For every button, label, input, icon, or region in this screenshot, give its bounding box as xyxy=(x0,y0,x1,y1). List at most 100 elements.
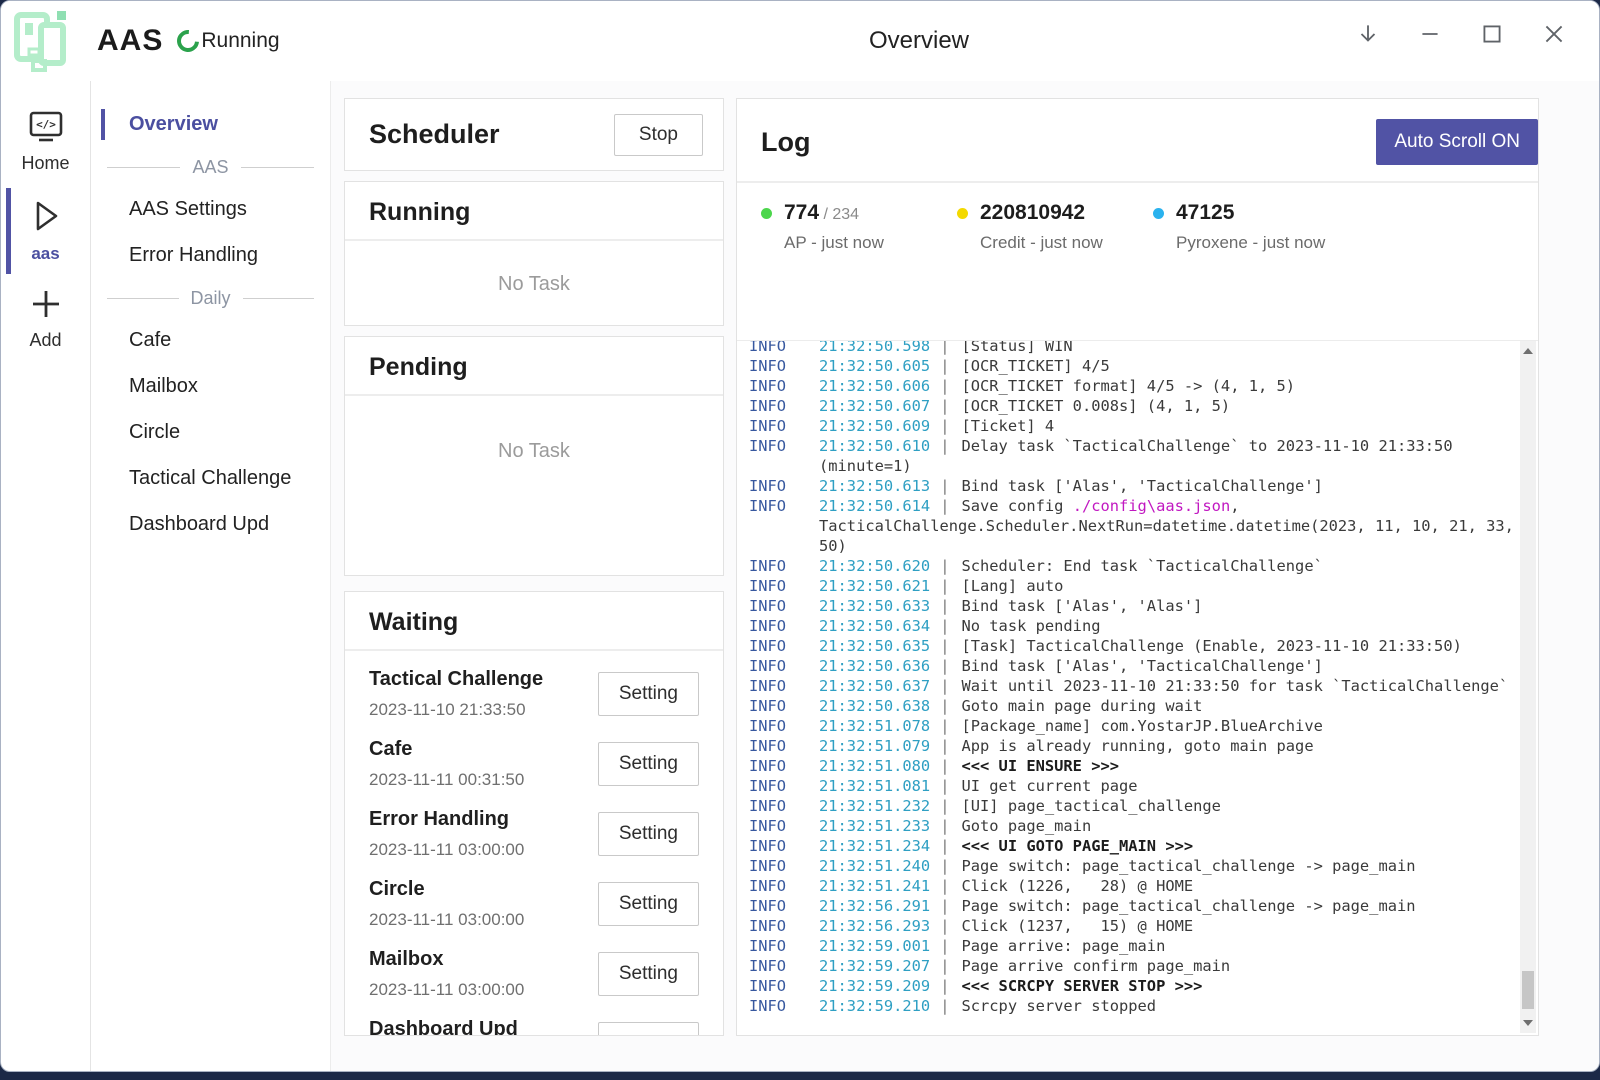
rail-item-home[interactable]: </> Home xyxy=(1,99,90,186)
maximize-icon[interactable] xyxy=(1475,17,1509,51)
log-line: INFO21:32:50.621|[Lang] auto xyxy=(749,576,1538,596)
scroll-up-arrow-icon[interactable] xyxy=(1520,343,1536,359)
setting-button[interactable]: Setting xyxy=(598,672,699,716)
log-level: INFO xyxy=(749,756,819,776)
dashboard-stats: 774 / 234AP - just now220810942Credit - … xyxy=(737,183,1538,340)
log-line: INFO21:32:51.081|UI get current page xyxy=(749,776,1538,796)
setting-button[interactable]: Setting xyxy=(598,882,699,926)
sidebar-section-divider: AAS xyxy=(91,149,330,186)
log-content: 21:32:59.207|Page arrive confirm page_ma… xyxy=(819,956,1514,976)
log-terminal: INFO21:32:50.598|[Status] WININFO21:32:5… xyxy=(737,340,1538,1035)
sidebar: OverviewAASAAS SettingsError HandlingDai… xyxy=(91,81,331,1071)
log-level: INFO xyxy=(749,576,819,596)
sidebar-section-label: AAS xyxy=(192,157,228,178)
task-info: Mailbox2023-11-11 03:00:00 xyxy=(369,948,524,1000)
setting-button[interactable]: Setting xyxy=(598,812,699,856)
log-level: INFO xyxy=(749,716,819,736)
log-line: INFO21:32:50.638|Goto main page during w… xyxy=(749,696,1538,716)
stat-value: 774 / 234 xyxy=(784,201,884,225)
log-line: INFO21:32:50.613|Bind task ['Alas', 'Tac… xyxy=(749,476,1538,496)
sidebar-item-circle[interactable]: Circle xyxy=(91,411,330,454)
log-content: 21:32:51.078|[Package_name] com.YostarJP… xyxy=(819,716,1514,736)
task-info: Tactical Challenge2023-11-10 21:33:50 xyxy=(369,668,543,720)
log-line: INFO21:32:50.635|[Task] TacticalChalleng… xyxy=(749,636,1538,656)
log-level: INFO xyxy=(749,636,819,656)
log-timestamp: 21:32:59.209 xyxy=(819,977,930,995)
log-content: 21:32:59.210|Scrcpy server stopped xyxy=(819,996,1514,1016)
log-timestamp: 21:32:51.233 xyxy=(819,817,930,835)
task-name: Cafe xyxy=(369,738,524,761)
log-line: INFO21:32:50.609|[Ticket] 4 xyxy=(749,416,1538,436)
task-info: Circle2023-11-11 03:00:00 xyxy=(369,878,524,930)
log-separator: | xyxy=(940,977,949,995)
running-title: Running xyxy=(345,198,723,227)
task-row: Error Handling2023-11-11 03:00:00Setting xyxy=(369,799,699,869)
log-separator: | xyxy=(940,497,949,515)
log-content: 21:32:50.606|[OCR_TICKET format] 4/5 -> … xyxy=(819,376,1514,396)
log-separator: | xyxy=(940,817,949,835)
divider xyxy=(345,394,723,396)
task-row: Circle2023-11-11 03:00:00 Setting xyxy=(369,869,699,939)
minimize-icon[interactable] xyxy=(1413,17,1447,51)
log-message-segment: Save config xyxy=(961,497,1072,515)
task-name: Dashboard Upd xyxy=(369,1018,524,1036)
log-timestamp: 21:32:50.636 xyxy=(819,657,930,675)
log-content: 21:32:56.293|Click (1237, 15) @ HOME xyxy=(819,916,1514,936)
sidebar-item-aas-settings[interactable]: AAS Settings xyxy=(91,188,330,231)
setting-button[interactable]: Setting xyxy=(598,1022,699,1036)
log-message-segment: Bind task ['Alas', 'TacticalChallenge'] xyxy=(961,657,1322,675)
log-header: Log Auto Scroll ON xyxy=(737,99,1538,181)
log-timestamp: 21:32:51.234 xyxy=(819,837,930,855)
log-content: 21:32:59.209|<<< SCRCPY SERVER STOP >>> xyxy=(819,976,1514,996)
stat-texts: 774 / 234AP - just now xyxy=(784,201,884,340)
plus-icon xyxy=(25,286,67,322)
log-timestamp: 21:32:50.614 xyxy=(819,497,930,515)
log-lines: INFO21:32:50.598|[Status] WININFO21:32:5… xyxy=(737,340,1538,1016)
scrollbar-thumb[interactable] xyxy=(1522,971,1534,1009)
log-timestamp: 21:32:56.291 xyxy=(819,897,930,915)
log-content: 21:32:50.638|Goto main page during wait xyxy=(819,696,1514,716)
download-update-icon[interactable] xyxy=(1351,17,1385,51)
running-empty-text: No Task xyxy=(345,273,723,296)
task-next-run: 2023-11-11 03:00:00 xyxy=(369,980,524,1000)
log-message-segment: [Package_name] com.YostarJP.BlueArchive xyxy=(961,717,1322,735)
rail-item-add[interactable]: Add xyxy=(1,276,90,363)
log-line: INFO21:32:59.207|Page arrive confirm pag… xyxy=(749,956,1538,976)
content: </> Home aas Add Overview AAS AAS Settings… xyxy=(1,81,1599,1071)
log-content: 21:32:50.614|Save config ./config\aas.js… xyxy=(819,496,1514,556)
task-row: Mailbox2023-11-11 03:00:00 Setting xyxy=(369,939,699,1009)
sidebar-item-tactical-challenge[interactable]: Tactical Challenge xyxy=(91,457,330,500)
log-line: INFO21:32:56.291|Page switch: page_tacti… xyxy=(749,896,1538,916)
log-separator: | xyxy=(940,757,949,775)
log-timestamp: 21:32:51.232 xyxy=(819,797,930,815)
task-row: Cafe2023-11-11 00:31:50Setting xyxy=(369,729,699,799)
log-level: INFO xyxy=(749,696,819,716)
sidebar-item-error-handling[interactable]: Error Handling xyxy=(91,234,330,277)
log-content: 21:32:51.241|Click (1226, 28) @ HOME xyxy=(819,876,1514,896)
sidebar-item-mailbox[interactable]: Mailbox xyxy=(91,365,330,408)
divider-line xyxy=(107,167,180,168)
log-content: 21:32:50.634|No task pending xyxy=(819,616,1514,636)
stat-texts: 47125 Pyroxene - just now xyxy=(1176,201,1325,340)
setting-button[interactable]: Setting xyxy=(598,742,699,786)
log-content: 21:32:51.233|Goto page_main xyxy=(819,816,1514,836)
log-level: INFO xyxy=(749,836,819,856)
log-level: INFO xyxy=(749,436,819,476)
sidebar-item-cafe[interactable]: Cafe xyxy=(91,319,330,362)
stop-button[interactable]: Stop xyxy=(614,114,703,156)
sidebar-item-overview[interactable]: Overview xyxy=(91,103,330,146)
auto-scroll-button[interactable]: Auto Scroll ON xyxy=(1376,119,1538,165)
scroll-down-arrow-icon[interactable] xyxy=(1520,1015,1536,1031)
nav-rail: </> Home aas Add xyxy=(1,81,91,1071)
sidebar-item-dashboard-upd[interactable]: Dashboard Upd xyxy=(91,503,330,546)
setting-button[interactable]: Setting xyxy=(598,952,699,996)
log-content: 21:32:59.001|Page arrive: page_main xyxy=(819,936,1514,956)
log-scrollbar[interactable] xyxy=(1520,341,1536,1033)
log-line: INFO21:32:59.001|Page arrive: page_main xyxy=(749,936,1538,956)
log-level: INFO xyxy=(749,596,819,616)
log-message-segment: <<< UI ENSURE >>> xyxy=(961,757,1119,775)
rail-item-aas[interactable]: aas xyxy=(1,186,90,276)
stat-value: 47125 xyxy=(1176,201,1325,225)
stat-label: Pyroxene - just now xyxy=(1176,233,1325,253)
close-icon[interactable] xyxy=(1537,17,1571,51)
